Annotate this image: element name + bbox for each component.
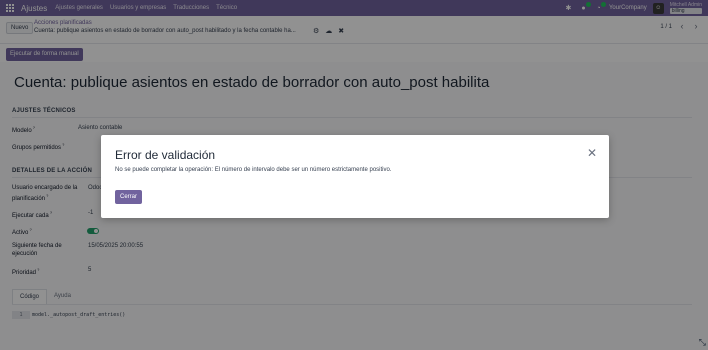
close-button[interactable]: Cerrar (115, 190, 143, 204)
dialog-message: No se puede completar la operación: El n… (115, 167, 392, 173)
dialog-title: Error de validación (115, 148, 216, 162)
close-icon[interactable]: ✕ (587, 147, 597, 159)
resize-icon[interactable]: ⤡ (699, 337, 706, 348)
validation-error-dialog: Error de validación ✕ No se puede comple… (101, 135, 609, 218)
